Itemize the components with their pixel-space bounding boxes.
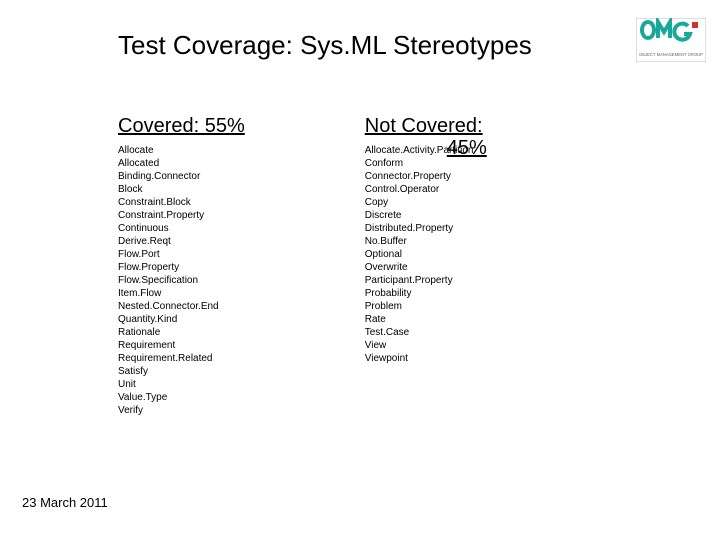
slide-date: 23 March 2011 <box>22 495 108 510</box>
list-item: View <box>365 339 483 352</box>
list-item: Copy <box>365 196 483 209</box>
list-item: Binding.Connector <box>118 170 245 183</box>
list-item: Constraint.Property <box>118 209 245 222</box>
list-item: Value.Type <box>118 391 245 404</box>
list-item: Flow.Property <box>118 261 245 274</box>
covered-list: AllocateAllocatedBinding.ConnectorBlockC… <box>118 144 245 417</box>
list-item: Requirement.Related <box>118 352 245 365</box>
list-item: Distributed.Property <box>365 222 483 235</box>
list-item: Derive.Reqt <box>118 235 245 248</box>
omg-logo: OBJECT MANAGEMENT GROUP <box>636 18 706 67</box>
list-item: Rate <box>365 313 483 326</box>
svg-text:OBJECT MANAGEMENT GROUP: OBJECT MANAGEMENT GROUP <box>639 52 703 57</box>
list-item: Requirement <box>118 339 245 352</box>
list-item: Probability <box>365 287 483 300</box>
not-covered-heading-line2: 45% <box>447 137 487 160</box>
list-item: Test.Case <box>365 326 483 339</box>
not-covered-list: Allocate.Activity.PartitionConformConnec… <box>365 144 483 365</box>
list-item: Viewpoint <box>365 352 483 365</box>
list-item: Quantity.Kind <box>118 313 245 326</box>
list-item: Flow.Port <box>118 248 245 261</box>
not-covered-heading: Not Covered: 45% <box>365 115 483 138</box>
list-item: Continuous <box>118 222 245 235</box>
list-item: Rationale <box>118 326 245 339</box>
not-covered-column: Not Covered: 45% Allocate.Activity.Parti… <box>365 115 483 417</box>
list-item: Flow.Specification <box>118 274 245 287</box>
list-item: Satisfy <box>118 365 245 378</box>
list-item: Nested.Connector.End <box>118 300 245 313</box>
covered-column: Covered: 55% AllocateAllocatedBinding.Co… <box>118 115 245 417</box>
page-title: Test Coverage: Sys.ML Stereotypes <box>118 30 532 61</box>
list-item: Allocated <box>118 157 245 170</box>
slide: Test Coverage: Sys.ML Stereotypes OBJECT… <box>0 0 720 540</box>
columns: Covered: 55% AllocateAllocatedBinding.Co… <box>118 115 690 417</box>
covered-heading: Covered: 55% <box>118 115 245 138</box>
list-item: Problem <box>365 300 483 313</box>
list-item: No.Buffer <box>365 235 483 248</box>
list-item: Participant.Property <box>365 274 483 287</box>
list-item: Constraint.Block <box>118 196 245 209</box>
list-item: Discrete <box>365 209 483 222</box>
list-item: Item.Flow <box>118 287 245 300</box>
list-item: Verify <box>118 404 245 417</box>
list-item: Connector.Property <box>365 170 483 183</box>
list-item: Block <box>118 183 245 196</box>
list-item: Unit <box>118 378 245 391</box>
list-item: Control.Operator <box>365 183 483 196</box>
not-covered-heading-line1: Not Covered: <box>365 115 483 137</box>
list-item: Optional <box>365 248 483 261</box>
list-item: Overwrite <box>365 261 483 274</box>
list-item: Allocate <box>118 144 245 157</box>
